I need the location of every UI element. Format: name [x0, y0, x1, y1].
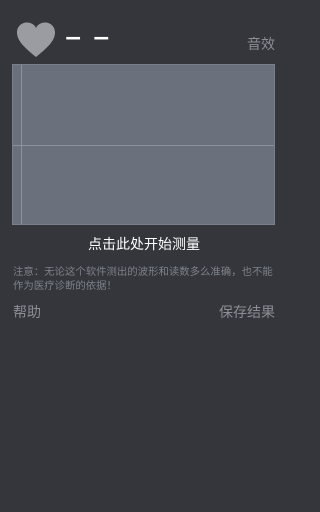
heart-icon — [16, 22, 56, 58]
disclaimer-notice: 注意：无论这个软件测出的波形和读数多么准确，也不能作为医疗诊断的依据！ — [13, 266, 273, 292]
start-measure-button[interactable]: 点击此处开始测量 — [0, 236, 288, 254]
waveform-panel[interactable] — [12, 64, 275, 225]
sound-toggle-button[interactable]: 音效 — [247, 35, 275, 55]
help-button[interactable]: 帮助 — [13, 304, 41, 322]
save-result-button[interactable]: 保存结果 — [219, 304, 275, 322]
waveform-baseline — [13, 145, 274, 146]
heart-rate-value: − − — [64, 26, 112, 51]
